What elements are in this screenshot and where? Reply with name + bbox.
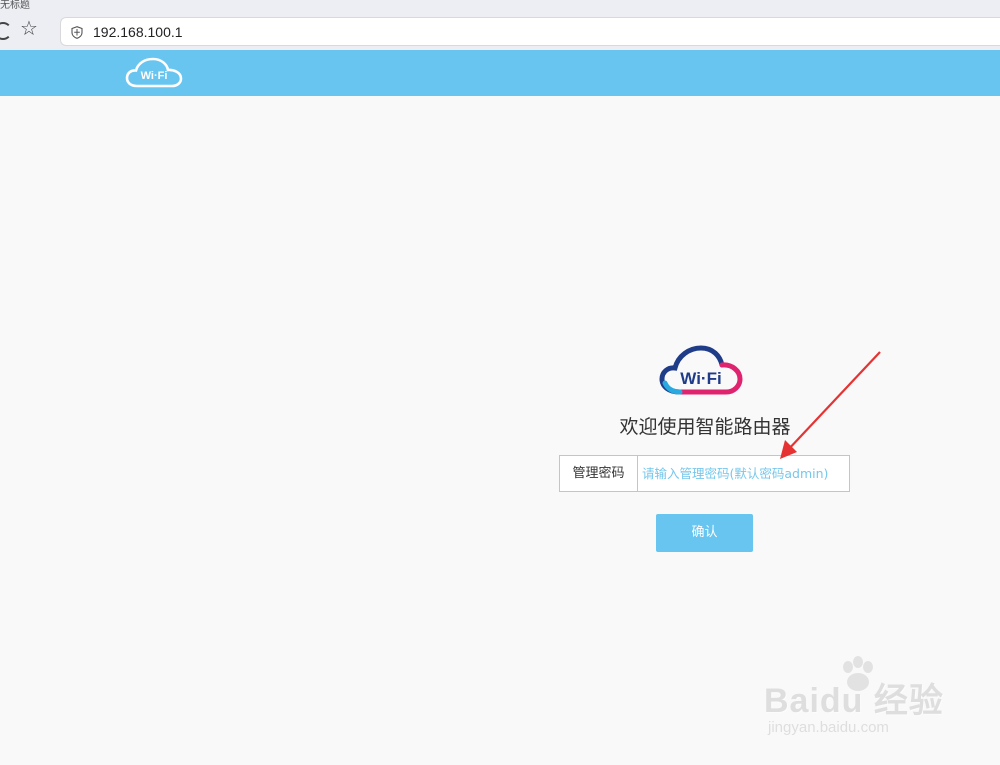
router-wifi-logo: Wi·Fi: [658, 345, 744, 397]
watermark-sub: jingyan.baidu.com: [768, 719, 889, 736]
site-header: Wi·Fi: [0, 50, 1000, 96]
main-logo-text: Wi·Fi: [680, 369, 722, 388]
header-logo-text: Wi·Fi: [140, 70, 168, 82]
watermark-main: Baidu 经验: [764, 682, 944, 720]
tab-title-fragment[interactable]: 无标题: [0, 0, 30, 11]
bookmark-star-icon[interactable]: ☆: [20, 18, 38, 38]
shield-icon: [71, 26, 83, 39]
address-bar[interactable]: 192.168.100.1: [60, 17, 1000, 46]
confirm-button[interactable]: 确认: [656, 514, 753, 552]
url-text[interactable]: 192.168.100.1: [93, 24, 183, 40]
baidu-watermark: Baidu 经验 jingyan.baidu.com: [760, 655, 950, 750]
password-label: 管理密码: [560, 456, 638, 491]
red-arrow-annotation: [780, 351, 881, 459]
header-wifi-logo[interactable]: Wi·Fi: [125, 57, 183, 89]
browser-toolbar: 无标题 ☆ 192.168.100.1: [0, 0, 1000, 51]
reload-icon[interactable]: [0, 22, 12, 40]
